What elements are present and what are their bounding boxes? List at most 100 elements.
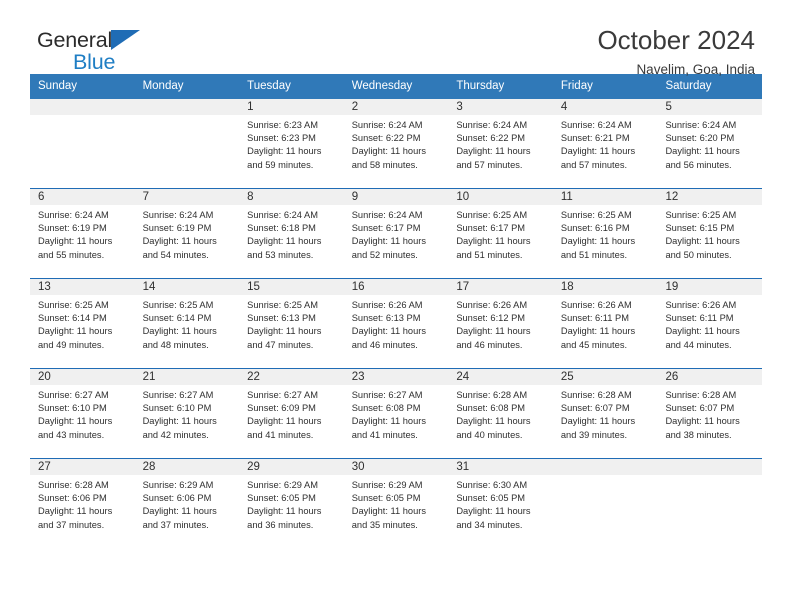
calendar-day-cell[interactable]: 7 Sunrise: 6:24 AM Sunset: 6:19 PM Daylight… xyxy=(134,189,240,278)
sunset-time: Sunset: 6:05 PM xyxy=(351,493,421,504)
calendar-day-cell[interactable]: 8 Sunrise: 6:24 AM Sunset: 6:18 PM Daylight… xyxy=(239,189,344,278)
day-number: 28 xyxy=(134,459,240,475)
daylight-duration-line1: Daylight: 11 hours xyxy=(351,236,426,247)
day-number: 13 xyxy=(30,279,135,295)
day-number xyxy=(134,99,240,115)
daylight-duration-line1: Daylight: 11 hours xyxy=(456,146,531,157)
calendar-day-cell[interactable]: 18 Sunrise: 6:26 AM Sunset: 6:11 PM Dayligh… xyxy=(552,279,658,368)
sunset-time: Sunset: 6:21 PM xyxy=(560,133,630,144)
calendar-day-cell[interactable]: 5 Sunrise: 6:24 AM Sunset: 6:20 PM Daylight… xyxy=(657,99,763,188)
daylight-duration-line1: Daylight: 11 hours xyxy=(247,236,322,247)
calendar-week-row: 13 Sunrise: 6:25 AM Sunset: 6:14 PM Dayligh… xyxy=(30,278,763,368)
daylight-duration-line2: and 56 minutes. xyxy=(665,159,732,170)
calendar-day-cell[interactable]: 23 Sunrise: 6:27 AM Sunset: 6:08 PM Dayligh… xyxy=(343,369,449,458)
day-details: Sunrise: 6:26 AM Sunset: 6:12 PM Daylight:… xyxy=(448,295,553,352)
calendar-day-cell[interactable]: 15 Sunrise: 6:25 AM Sunset: 6:13 PM Dayligh… xyxy=(239,279,344,368)
calendar-day-cell[interactable]: 9 Sunrise: 6:24 AM Sunset: 6:17 PM Daylight… xyxy=(343,189,449,278)
day-number: 5 xyxy=(657,99,763,115)
calendar-day-cell[interactable]: 30 Sunrise: 6:29 AM Sunset: 6:05 PM Dayligh… xyxy=(343,459,449,548)
calendar-day-cell[interactable]: 16 Sunrise: 6:26 AM Sunset: 6:13 PM Dayligh… xyxy=(343,279,449,368)
day-details: Sunrise: 6:28 AM Sunset: 6:07 PM Daylight:… xyxy=(657,385,762,442)
sunrise-time: Sunrise: 6:25 AM xyxy=(38,300,109,310)
daylight-duration-line1: Daylight: 11 hours xyxy=(142,236,217,247)
calendar-day-cell[interactable]: 25 Sunrise: 6:28 AM Sunset: 6:07 PM Dayligh… xyxy=(552,369,658,458)
sunset-time: Sunset: 6:05 PM xyxy=(456,493,526,504)
calendar-day-cell[interactable]: 21 Sunrise: 6:27 AM Sunset: 6:10 PM Dayligh… xyxy=(134,369,240,458)
daylight-duration-line2: and 45 minutes. xyxy=(560,339,628,350)
calendar-day-cell[interactable]: 27 Sunrise: 6:28 AM Sunset: 6:06 PM Dayligh… xyxy=(30,459,135,548)
daylight-duration-line2: and 48 minutes. xyxy=(142,339,209,350)
day-details: Sunrise: 6:23 AM Sunset: 6:23 PM Daylight:… xyxy=(239,115,344,172)
daylight-duration-line1: Daylight: 11 hours xyxy=(38,416,113,427)
day-number: 20 xyxy=(30,369,135,385)
day-number: 2 xyxy=(343,99,449,115)
calendar-week-row: 20 Sunrise: 6:27 AM Sunset: 6:10 PM Dayligh… xyxy=(30,368,763,458)
daylight-duration-line2: and 57 minutes. xyxy=(560,159,628,170)
day-details: Sunrise: 6:25 AM Sunset: 6:13 PM Daylight:… xyxy=(239,295,344,352)
sunrise-time: Sunrise: 6:28 AM xyxy=(456,390,528,400)
calendar-day-cell[interactable]: 28 Sunrise: 6:29 AM Sunset: 6:06 PM Dayligh… xyxy=(134,459,240,548)
day-number: 26 xyxy=(657,369,763,385)
day-details: Sunrise: 6:24 AM Sunset: 6:22 PM Daylight:… xyxy=(344,115,449,172)
day-details: Sunrise: 6:25 AM Sunset: 6:17 PM Daylight:… xyxy=(448,205,553,262)
calendar-week-row: 6 Sunrise: 6:24 AM Sunset: 6:19 PM Daylight… xyxy=(30,188,763,278)
page-header: General Blue October 2024 Navelim, Goa, … xyxy=(30,0,762,77)
day-number: 14 xyxy=(134,279,240,295)
calendar-day-cell[interactable]: 4 Sunrise: 6:24 AM Sunset: 6:21 PM Daylight… xyxy=(552,99,658,188)
sunset-time: Sunset: 6:13 PM xyxy=(351,313,421,324)
sunrise-time: Sunrise: 6:26 AM xyxy=(351,300,423,310)
logo-text-blue: Blue xyxy=(73,50,116,74)
calendar-day-cell[interactable]: 10 Sunrise: 6:25 AM Sunset: 6:17 PM Dayligh… xyxy=(448,189,553,278)
sunset-time: Sunset: 6:23 PM xyxy=(247,133,316,144)
calendar-day-cell[interactable]: 17 Sunrise: 6:26 AM Sunset: 6:12 PM Dayligh… xyxy=(448,279,553,368)
daylight-duration-line2: and 51 minutes. xyxy=(456,249,523,260)
calendar-day-cell[interactable]: 1 Sunrise: 6:23 AM Sunset: 6:23 PM Daylight… xyxy=(239,99,344,188)
day-details: Sunrise: 6:25 AM Sunset: 6:14 PM Daylight:… xyxy=(30,295,135,352)
day-number: 16 xyxy=(343,279,449,295)
calendar-day-cell[interactable]: 12 Sunrise: 6:25 AM Sunset: 6:15 PM Dayligh… xyxy=(657,189,763,278)
sunrise-time: Sunrise: 6:24 AM xyxy=(351,210,423,220)
calendar-day-cell[interactable]: 22 Sunrise: 6:27 AM Sunset: 6:09 PM Dayligh… xyxy=(239,369,344,458)
day-details: Sunrise: 6:27 AM Sunset: 6:10 PM Daylight:… xyxy=(135,385,240,442)
daylight-duration-line2: and 39 minutes. xyxy=(560,429,628,440)
day-number: 17 xyxy=(448,279,553,295)
calendar-day-cell[interactable]: 31 Sunrise: 6:30 AM Sunset: 6:05 PM Dayligh… xyxy=(448,459,553,548)
sunrise-time: Sunrise: 6:27 AM xyxy=(142,390,214,400)
calendar-day-cell[interactable]: 2 Sunrise: 6:24 AM Sunset: 6:22 PM Daylight… xyxy=(343,99,449,188)
calendar-day-cell[interactable]: 19 Sunrise: 6:26 AM Sunset: 6:11 PM Dayligh… xyxy=(657,279,763,368)
daylight-duration-line1: Daylight: 11 hours xyxy=(247,326,322,337)
daylight-duration-line2: and 43 minutes. xyxy=(38,429,105,440)
daylight-duration-line1: Daylight: 11 hours xyxy=(38,236,113,247)
calendar-day-cell[interactable]: 11 Sunrise: 6:25 AM Sunset: 6:16 PM Dayligh… xyxy=(552,189,658,278)
sunrise-time: Sunrise: 6:29 AM xyxy=(142,480,214,490)
daylight-duration-line2: and 50 minutes. xyxy=(665,249,732,260)
calendar-day-cell[interactable]: 14 Sunrise: 6:25 AM Sunset: 6:14 PM Dayligh… xyxy=(134,279,240,368)
calendar-day-cell[interactable]: 20 Sunrise: 6:27 AM Sunset: 6:10 PM Dayligh… xyxy=(30,369,135,458)
calendar-day-cell[interactable]: 6 Sunrise: 6:24 AM Sunset: 6:19 PM Daylight… xyxy=(30,189,135,278)
day-details: Sunrise: 6:25 AM Sunset: 6:15 PM Daylight:… xyxy=(657,205,762,262)
day-details: Sunrise: 6:27 AM Sunset: 6:09 PM Daylight:… xyxy=(239,385,344,442)
daylight-duration-line1: Daylight: 11 hours xyxy=(142,506,217,517)
day-number: 8 xyxy=(239,189,344,205)
sunset-time: Sunset: 6:20 PM xyxy=(665,133,735,144)
sunrise-time: Sunrise: 6:23 AM xyxy=(247,120,318,130)
weekday-header-monday: Monday xyxy=(142,80,184,92)
calendar-day-cell[interactable]: 26 Sunrise: 6:28 AM Sunset: 6:07 PM Dayligh… xyxy=(657,369,763,458)
day-number xyxy=(30,99,135,115)
sunrise-time: Sunrise: 6:25 AM xyxy=(142,300,214,310)
calendar-day-cell-empty xyxy=(30,99,135,188)
daylight-duration-line2: and 58 minutes. xyxy=(351,159,418,170)
day-details: Sunrise: 6:29 AM Sunset: 6:06 PM Daylight:… xyxy=(135,475,240,532)
calendar-day-cell[interactable]: 29 Sunrise: 6:29 AM Sunset: 6:05 PM Dayligh… xyxy=(239,459,344,548)
calendar-day-cell[interactable]: 13 Sunrise: 6:25 AM Sunset: 6:14 PM Dayligh… xyxy=(30,279,135,368)
weekday-header-tuesday: Tuesday xyxy=(247,80,291,92)
day-number: 12 xyxy=(657,189,763,205)
sunset-time: Sunset: 6:08 PM xyxy=(351,403,421,414)
sunrise-time: Sunrise: 6:26 AM xyxy=(560,300,632,310)
sunset-time: Sunset: 6:11 PM xyxy=(560,313,629,324)
daylight-duration-line1: Daylight: 11 hours xyxy=(247,146,322,157)
daylight-duration-line1: Daylight: 11 hours xyxy=(560,236,636,247)
calendar-day-cell[interactable]: 24 Sunrise: 6:28 AM Sunset: 6:08 PM Dayligh… xyxy=(448,369,553,458)
calendar-day-cell[interactable]: 3 Sunrise: 6:24 AM Sunset: 6:22 PM Daylight… xyxy=(448,99,553,188)
general-blue-logo[interactable]: General Blue xyxy=(37,28,167,76)
